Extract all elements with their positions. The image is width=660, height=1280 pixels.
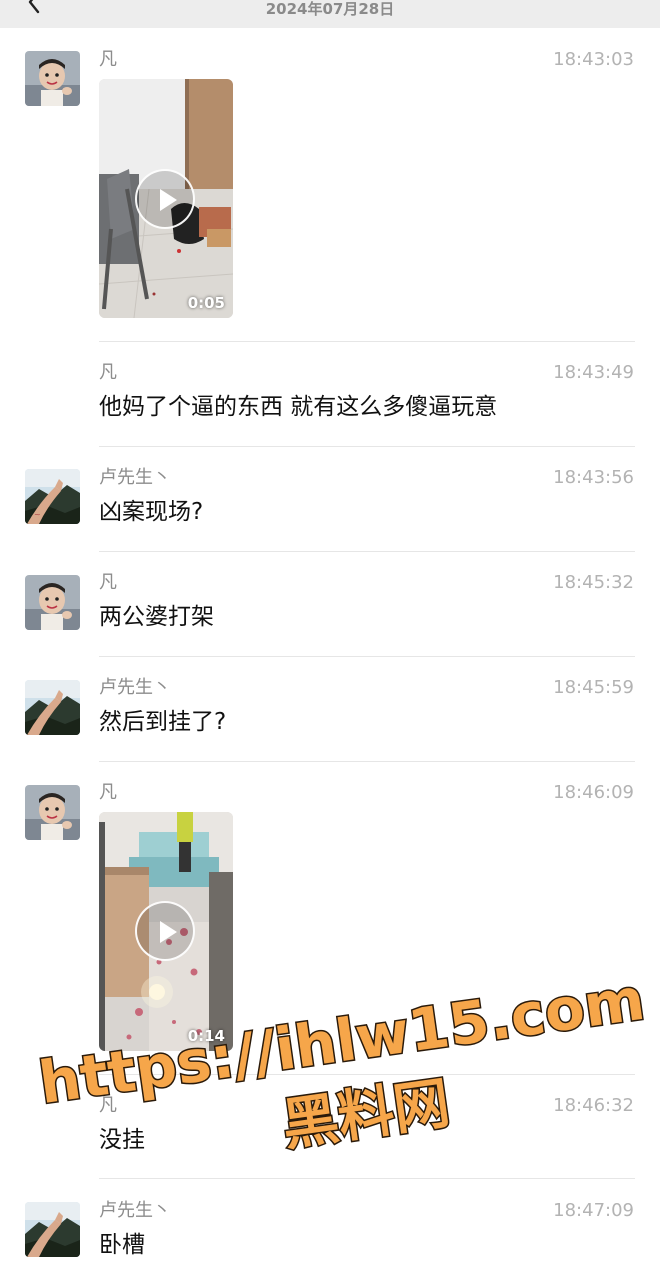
top-bar: 2024年07月28日 [0,0,660,28]
video-duration: 0:14 [187,1027,225,1045]
date-label: 2024年07月28日 [265,0,395,18]
message-time: 18:47:09 [553,1200,634,1221]
avatar-child-icon [25,51,80,106]
sender-name: 卢先生丶 [99,1200,171,1221]
video-duration: 0:05 [187,294,225,312]
divider [99,446,635,447]
svg-text:~: ~ [34,510,41,519]
divider [99,341,635,342]
avatar-landscape-icon [25,1202,80,1257]
avatar[interactable] [25,51,80,106]
divider [99,656,635,657]
avatar[interactable] [25,575,80,630]
avatar-child-icon [25,575,80,630]
message-time: 18:45:59 [553,677,634,698]
watermark-site-name: 黑料网 [278,1071,453,1159]
message-text[interactable]: 没挂 [99,1125,145,1155]
divider [99,551,635,552]
message-time: 18:43:49 [553,362,634,383]
sender-name: 凡 [99,782,117,803]
divider [99,1178,635,1179]
sender-name: 凡 [99,1095,117,1116]
message-time: 18:43:56 [553,467,634,488]
video-message[interactable]: 0:14 [99,812,233,1051]
chat-history-page: 2024年07月28日 凡 18:43:03 0:05 凡 18:43:49 他… [0,0,660,1280]
message-time: 18:45:32 [553,572,634,593]
avatar-landscape-icon: ~ [25,469,80,524]
sender-name: 卢先生丶 [99,467,171,488]
sender-name: 凡 [99,49,117,70]
sender-name: 卢先生丶 [99,677,171,698]
avatar[interactable] [25,680,80,735]
play-icon[interactable] [135,169,195,229]
message-time: 18:46:32 [553,1095,634,1116]
avatar-child-icon [25,785,80,840]
divider [99,1074,635,1075]
avatar[interactable] [25,1202,80,1257]
play-icon[interactable] [135,901,195,961]
message-time: 18:43:03 [553,49,634,70]
video-message[interactable]: 0:05 [99,79,233,318]
avatar[interactable]: ~ [25,469,80,524]
sender-name: 凡 [99,362,117,383]
avatar[interactable] [25,785,80,840]
message-text[interactable]: 他妈了个逼的东西 就有这么多傻逼玩意 [99,392,497,422]
message-text[interactable]: 卧槽 [99,1230,145,1260]
message-text[interactable]: 凶案现场? [99,497,203,527]
avatar-landscape-icon [25,680,80,735]
message-time: 18:46:09 [553,782,634,803]
message-text[interactable]: 然后到挂了? [99,707,226,737]
sender-name: 凡 [99,572,117,593]
divider [99,761,635,762]
message-text[interactable]: 两公婆打架 [99,602,214,632]
